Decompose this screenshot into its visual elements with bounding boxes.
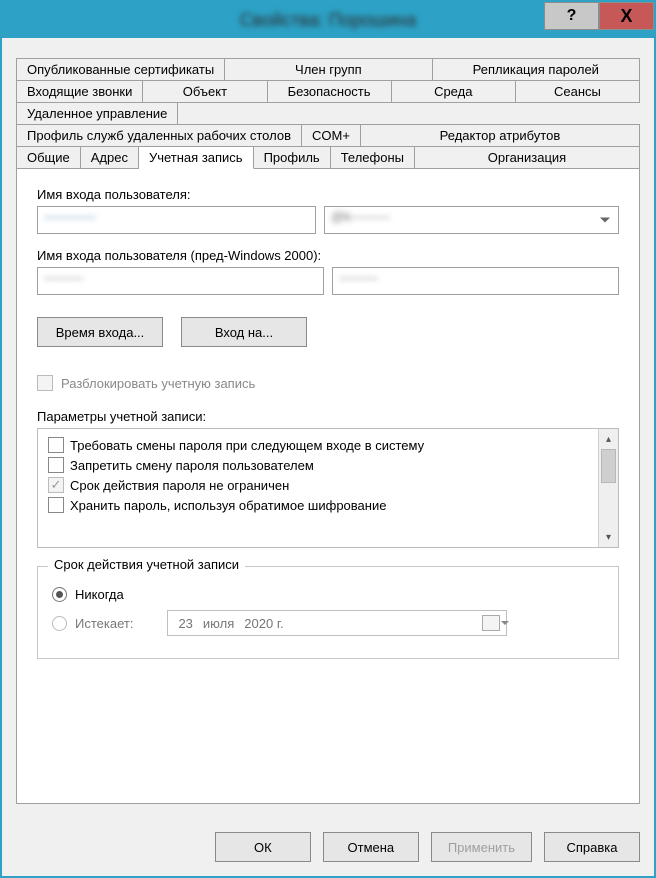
expiry-date-day: 23	[178, 616, 192, 631]
opt-change-pwd-label: Требовать смены пароля при следующем вхо…	[70, 438, 424, 453]
opt-cannot-change-pwd[interactable]: Запретить смену пароля пользователем	[42, 455, 594, 475]
tab-com-plus[interactable]: COM+	[302, 124, 361, 147]
logon-name-input[interactable]: ————	[37, 206, 316, 234]
tab-strip: Опубликованные сертификаты Член групп Ре…	[16, 58, 640, 168]
tab-remote-control[interactable]: Удаленное управление	[16, 102, 178, 125]
tab-published-certs[interactable]: Опубликованные сертификаты	[16, 58, 225, 81]
tab-profile[interactable]: Профиль	[254, 146, 331, 169]
titlebar: Свойства: Порошина ? X	[2, 2, 654, 38]
dialog-footer: ОК Отмена Применить Справка	[2, 818, 654, 876]
tab-object[interactable]: Объект	[143, 80, 267, 103]
tab-rds-profile[interactable]: Профиль служб удаленных рабочих столов	[16, 124, 302, 147]
tab-general[interactable]: Общие	[16, 146, 81, 169]
prewin-domain-value: ———	[44, 270, 83, 285]
close-icon: X	[620, 6, 632, 27]
client-area: Опубликованные сертификаты Член групп Ре…	[2, 38, 654, 818]
expiry-date-year: 2020 г.	[244, 616, 283, 631]
scroll-up-button[interactable]: ▴	[599, 429, 618, 449]
account-options-box: Требовать смены пароля при следующем вхо…	[37, 428, 619, 548]
logon-name-value: ————	[44, 209, 96, 224]
tab-attribute-editor[interactable]: Редактор атрибутов	[361, 124, 640, 147]
account-options-label: Параметры учетной записи:	[37, 409, 619, 424]
prewin-user-value: ———	[339, 270, 378, 285]
tab-member-of[interactable]: Член групп	[225, 58, 432, 81]
log-on-to-button[interactable]: Вход на...	[181, 317, 307, 347]
tab-security[interactable]: Безопасность	[268, 80, 392, 103]
help-icon: ?	[567, 7, 577, 25]
account-panel: Имя входа пользователя: ———— @k——— Имя в…	[16, 168, 640, 804]
opt-cannot-change-label: Запретить смену пароля пользователем	[70, 458, 314, 473]
tab-dialin[interactable]: Входящие звонки	[16, 80, 143, 103]
scroll-track[interactable]	[599, 449, 618, 527]
expiry-never-label: Никогда	[75, 587, 124, 602]
opt-never-expires-checkbox[interactable]	[48, 477, 64, 493]
opt-reversible-checkbox[interactable]	[48, 497, 64, 513]
tab-account[interactable]: Учетная запись	[139, 146, 254, 169]
opt-never-expires-label: Срок действия пароля не ограничен	[70, 478, 289, 493]
expiry-date-month: июля	[203, 616, 234, 631]
apply-button[interactable]: Применить	[431, 832, 532, 862]
tab-sessions[interactable]: Сеансы	[516, 80, 640, 103]
prewin-domain-input[interactable]: ———	[37, 267, 324, 295]
account-expiry-legend: Срок действия учетной записи	[48, 557, 245, 572]
cancel-button[interactable]: Отмена	[323, 832, 419, 862]
ok-button[interactable]: ОК	[215, 832, 311, 862]
opt-pwd-never-expires[interactable]: Срок действия пароля не ограничен	[42, 475, 594, 495]
expiry-date-label: Истекает:	[75, 616, 133, 631]
tab-password-replication[interactable]: Репликация паролей	[433, 58, 640, 81]
tab-environment[interactable]: Среда	[392, 80, 516, 103]
expiry-date-radio[interactable]	[52, 616, 67, 631]
tab-address[interactable]: Адрес	[81, 146, 139, 169]
account-expiry-fieldset: Срок действия учетной записи Никогда Ист…	[37, 566, 619, 659]
prewin-user-input[interactable]: ———	[332, 267, 619, 295]
help-button-footer[interactable]: Справка	[544, 832, 640, 862]
opt-change-pwd-next-logon[interactable]: Требовать смены пароля при следующем вхо…	[42, 435, 594, 455]
logon-name-label: Имя входа пользователя:	[37, 187, 619, 202]
tab-organization[interactable]: Организация	[415, 146, 640, 169]
unlock-account-label: Разблокировать учетную запись	[61, 376, 255, 391]
logon-hours-button[interactable]: Время входа...	[37, 317, 163, 347]
expiry-never-radio[interactable]	[52, 587, 67, 602]
prewin-label: Имя входа пользователя (пред-Windows 200…	[37, 248, 619, 263]
unlock-account-checkbox	[37, 375, 53, 391]
opt-reversible-label: Хранить пароль, используя обратимое шифр…	[70, 498, 386, 513]
opt-reversible-encryption[interactable]: Хранить пароль, используя обратимое шифр…	[42, 495, 594, 515]
close-button[interactable]: X	[599, 2, 654, 30]
opt-change-pwd-checkbox[interactable]	[48, 437, 64, 453]
tab-telephones[interactable]: Телефоны	[331, 146, 415, 169]
scroll-thumb[interactable]	[601, 449, 616, 483]
scroll-down-button[interactable]: ▾	[599, 527, 618, 547]
options-scrollbar[interactable]: ▴ ▾	[598, 429, 618, 547]
opt-cannot-change-checkbox[interactable]	[48, 457, 64, 473]
logon-domain-combo[interactable]: @k———	[324, 206, 619, 234]
help-button[interactable]: ?	[544, 2, 599, 30]
window-title: Свойства: Порошина	[240, 10, 416, 31]
logon-domain-value: @k———	[331, 209, 390, 224]
properties-window: Свойства: Порошина ? X Опубликованные се…	[0, 0, 656, 878]
calendar-icon[interactable]	[482, 615, 500, 631]
account-options-list: Требовать смены пароля при следующем вхо…	[38, 429, 598, 547]
expiry-date-picker[interactable]: 23 июля 2020 г.	[167, 610, 507, 636]
